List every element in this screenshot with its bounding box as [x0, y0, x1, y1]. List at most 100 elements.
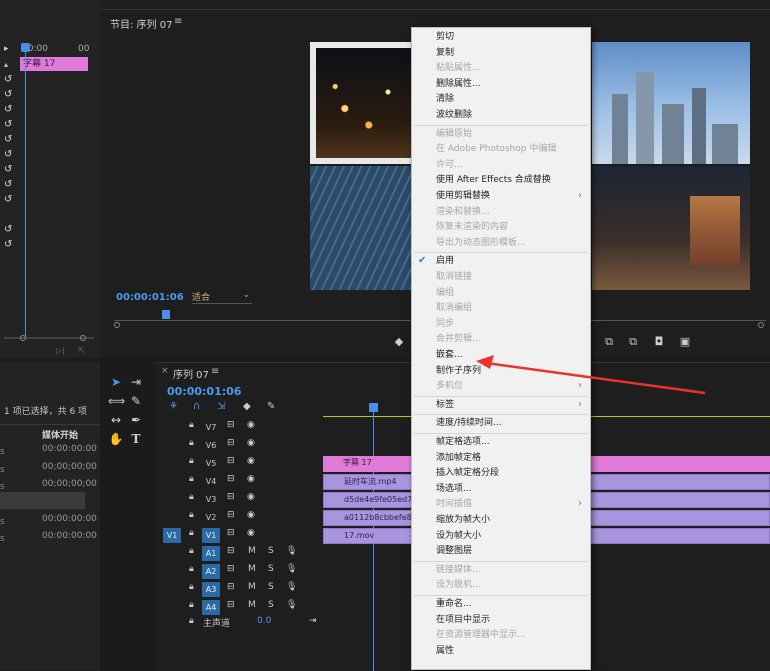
add-marker-icon[interactable]: ◆: [392, 336, 406, 348]
track-select-icon[interactable]: ⇥: [128, 374, 144, 390]
lock-icon[interactable]: 🔒︎: [189, 600, 194, 610]
lock-icon[interactable]: 🔒︎: [189, 438, 194, 448]
menu-item[interactable]: 使用 After Effects 合成替换: [436, 173, 551, 189]
lock-icon[interactable]: 🔒︎: [189, 420, 194, 430]
hand-tool-icon[interactable]: ✋: [108, 431, 124, 447]
lock-icon[interactable]: 🔒︎: [189, 492, 194, 502]
reset-icon[interactable]: ↺: [4, 104, 16, 116]
microphone-icon[interactable]: 🎙︎: [286, 564, 297, 574]
lock-icon[interactable]: 🔒︎: [189, 582, 194, 592]
sync-lock-icon[interactable]: ⊟: [227, 474, 235, 484]
lock-icon[interactable]: 🔒︎: [189, 616, 194, 626]
menu-item[interactable]: 帧定格选项...: [436, 435, 490, 451]
menu-item[interactable]: 插入帧定格分段: [436, 466, 499, 482]
lock-icon[interactable]: 🔒︎: [189, 564, 194, 574]
menu-item[interactable]: 场选项...: [436, 482, 472, 498]
lock-icon[interactable]: 🔒︎: [189, 474, 194, 484]
track-label[interactable]: V6: [202, 438, 220, 453]
panel-menu-icon[interactable]: ≡: [211, 366, 219, 377]
list-item[interactable]: 00:00:00:00: [42, 444, 97, 454]
track-label[interactable]: V7: [202, 420, 220, 435]
play-triangle-icon[interactable]: ▸: [4, 44, 9, 54]
track-label[interactable]: V4: [202, 474, 220, 489]
ripple-edit-icon[interactable]: ⟺: [108, 393, 125, 409]
program-timecode[interactable]: 00:00:01:06: [116, 292, 184, 303]
slip-tool-icon[interactable]: ↔: [108, 412, 124, 428]
sync-lock-icon[interactable]: ⊟: [227, 510, 235, 520]
lock-icon[interactable]: 🔒︎: [189, 510, 194, 520]
camera-icon[interactable]: ◘: [652, 336, 666, 348]
menu-item[interactable]: 重命名...: [436, 597, 472, 613]
snap-icon[interactable]: ∩: [193, 401, 200, 412]
reset-icon[interactable]: ↺: [4, 149, 16, 161]
menu-item[interactable]: 清除: [436, 92, 454, 108]
lock-icon[interactable]: 🔒︎: [189, 456, 194, 466]
eye-icon[interactable]: ◉: [247, 528, 255, 538]
selected-row[interactable]: [0, 492, 85, 509]
collapse-icon[interactable]: ▴: [4, 60, 8, 69]
track-label[interactable]: V5: [202, 456, 220, 471]
track-label[interactable]: A2: [202, 564, 220, 579]
track-label[interactable]: V3: [202, 492, 220, 507]
nest-icon[interactable]: ⚘: [169, 401, 178, 412]
reset-icon[interactable]: ↺: [4, 74, 16, 86]
list-item[interactable]: 00:00:00:00: [42, 514, 97, 524]
eye-icon[interactable]: ◉: [247, 420, 255, 430]
reset-icon[interactable]: ↺: [4, 179, 16, 191]
selection-tool-icon[interactable]: ➤: [108, 374, 124, 390]
eye-icon[interactable]: ◉: [247, 456, 255, 466]
menu-item[interactable]: 在项目中显示: [436, 613, 490, 629]
eye-icon[interactable]: ◉: [247, 510, 255, 520]
timeline-playhead[interactable]: [369, 403, 378, 412]
master-volume[interactable]: 0.0: [257, 616, 271, 626]
sync-lock-icon[interactable]: ⊟: [227, 492, 235, 502]
menu-item[interactable]: 速度/持续时间...: [436, 416, 502, 432]
track-label[interactable]: A3: [202, 582, 220, 597]
scroll-handle-right[interactable]: [80, 335, 86, 341]
reset-icon[interactable]: ↺: [4, 239, 16, 251]
microphone-icon[interactable]: 🎙︎: [286, 546, 297, 556]
filter-icon[interactable]: ▷|: [56, 346, 65, 355]
microphone-icon[interactable]: 🎙︎: [286, 600, 297, 610]
sync-lock-icon[interactable]: ⊟: [227, 456, 235, 466]
track-label[interactable]: A1: [202, 546, 220, 561]
menu-item[interactable]: 设为帧大小: [436, 529, 481, 545]
caption-clip[interactable]: 字幕 17: [20, 57, 88, 71]
solo-button[interactable]: S: [268, 546, 274, 556]
zoom-select[interactable]: 适合 ⌄: [192, 290, 252, 304]
timeline-tab-title[interactable]: 序列 07: [173, 366, 209, 381]
export-icon[interactable]: ⇱: [78, 346, 85, 355]
close-icon[interactable]: ×: [161, 366, 169, 376]
menu-item[interactable]: 属性: [436, 644, 454, 660]
mute-button[interactable]: M: [248, 546, 256, 556]
list-item[interactable]: 00;00;00;00: [42, 462, 97, 472]
solo-button[interactable]: S: [268, 582, 274, 592]
track-label[interactable]: V2: [202, 510, 220, 525]
menu-item[interactable]: 缩放为帧大小: [436, 513, 490, 529]
menu-item[interactable]: 复制: [436, 46, 454, 62]
scrub-start-handle[interactable]: [114, 322, 120, 328]
reset-icon[interactable]: ↺: [4, 164, 16, 176]
menu-item[interactable]: 调整图层: [436, 544, 472, 560]
sync-lock-icon[interactable]: ⊟: [227, 420, 235, 430]
list-item[interactable]: 00:00:00:00: [42, 531, 97, 541]
mute-button[interactable]: M: [248, 564, 256, 574]
settings-wrench-icon[interactable]: ✎: [267, 401, 275, 412]
razor-tool-icon[interactable]: ✎: [128, 393, 144, 409]
scrub-end-handle[interactable]: [758, 322, 764, 328]
reset-icon[interactable]: ↺: [4, 194, 16, 206]
menu-item[interactable]: 删除属性...: [436, 77, 481, 93]
mute-button[interactable]: M: [248, 600, 256, 610]
track-label[interactable]: A4: [202, 600, 220, 615]
go-to-end-icon[interactable]: ⇥: [309, 616, 317, 626]
sync-lock-icon[interactable]: ⊟: [227, 546, 235, 556]
playhead-handle[interactable]: [21, 43, 30, 52]
menu-item[interactable]: 启用: [436, 254, 454, 270]
timeline-timecode[interactable]: 00:00:01:06: [167, 385, 241, 398]
lift-icon[interactable]: ⧉: [602, 336, 616, 348]
playhead-line[interactable]: [25, 48, 26, 338]
column-header-media-start[interactable]: 媒体开始: [42, 428, 78, 441]
solo-button[interactable]: S: [268, 564, 274, 574]
panel-menu-icon[interactable]: ≡: [174, 16, 182, 27]
microphone-icon[interactable]: 🎙︎: [286, 582, 297, 592]
